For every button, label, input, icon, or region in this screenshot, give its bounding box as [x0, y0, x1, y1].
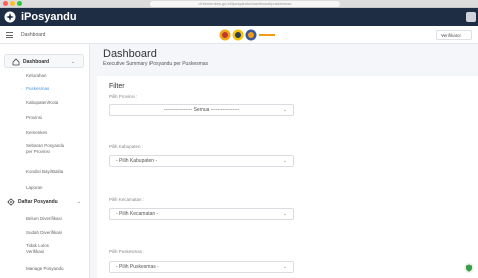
kecamatan-select[interactable]: - Pilih Kecamatan - ⌄	[109, 208, 294, 220]
sidebar-section-daftar-posyandu[interactable]: Daftar Posyandu ⌄	[0, 195, 89, 209]
chevron-down-icon: ⌄	[441, 32, 446, 38]
sidebar-item-manage-posyandu[interactable]: Manage Posyandu	[0, 266, 89, 272]
sidebar-section-dashboard[interactable]: Dashboard ⌄	[4, 54, 84, 68]
sidebar-item-laporan[interactable]: Laporan	[0, 185, 89, 191]
sidebar-item-sudah-diverifikasi[interactable]: Sudah Diverifikasi	[0, 230, 89, 236]
main-content: Dashboard Executive Summary iPosyandu pe…	[91, 44, 478, 278]
browser-chrome: dl.kemenkes.go.id/iposyandu/dashboard/pu…	[0, 0, 478, 8]
page-subtitle: Executive Summary iPosyandu per Puskesma…	[103, 61, 209, 67]
chevron-down-icon: ⌄	[282, 158, 287, 164]
sidebar-item-tidak-lolos-verifikasi[interactable]: Tidak Lolos Verifikasi	[0, 243, 60, 255]
maximize-window-icon[interactable]	[17, 1, 22, 6]
minimize-window-icon[interactable]	[10, 1, 15, 6]
sidebar-item-kelurahan[interactable]: Kelurahan	[0, 73, 89, 79]
provinsi-select[interactable]: ----------------- Semua ----------------…	[109, 104, 294, 116]
provinsi-label: Pilih Provinsi :	[109, 94, 138, 99]
header-menu-button[interactable]	[466, 12, 476, 22]
kabupaten-select[interactable]: - Pilih Kabupaten - ⌄	[109, 155, 294, 167]
page-title: Dashboard	[103, 48, 157, 60]
home-icon	[12, 58, 20, 66]
chevron-down-icon: ⌄	[70, 59, 75, 65]
user-role-select[interactable]: Verifikator ⌄	[436, 30, 472, 40]
top-bar: Dashboard Verifikator ⌄	[0, 26, 478, 44]
kabupaten-select-value: - Pilih Kabupaten -	[116, 158, 158, 164]
address-bar[interactable]: dl.kemenkes.go.id/iposyandu/dashboard/pu…	[150, 1, 340, 7]
chevron-down-icon: ⌄	[76, 199, 81, 205]
breadcrumb[interactable]: Dashboard	[21, 30, 45, 40]
puskesmas-select[interactable]: - Pilih Puskesmas - ⌄	[109, 261, 294, 273]
provinsi-select-value: ----------------- Semua ----------------…	[163, 107, 240, 113]
cog-icon	[7, 198, 15, 206]
sidebar-item-kabupaten-kota[interactable]: Kabupaten/Kota	[0, 100, 89, 106]
chevron-down-icon: ⌄	[282, 107, 287, 113]
kecamatan-label: Pilih Kecamatan :	[109, 197, 145, 202]
kabupaten-label: Pilih Kabupaten :	[109, 144, 144, 149]
app-header: iPosyandu	[0, 8, 478, 26]
puskesmas-select-value: - Pilih Puskesmas -	[116, 264, 159, 270]
chevron-down-icon: ⌄	[282, 211, 287, 217]
puskesmas-label: Pilih Puskesmas :	[109, 249, 145, 254]
sidebar-section-label: Daftar Posyandu	[18, 199, 58, 205]
chevron-down-icon: ⌄	[282, 264, 287, 270]
brand-name[interactable]: iPosyandu	[21, 10, 77, 24]
sidebar-section-label: Dashboard	[23, 59, 50, 65]
kecamatan-select-value: - Pilih Kecamatan -	[116, 211, 159, 217]
sidebar-item-kemenkes[interactable]: Kemenkes	[0, 130, 89, 136]
sidebar: Dashboard ⌄ Kelurahan Puskesmas Kabupate…	[0, 44, 90, 278]
partner-logos	[219, 29, 276, 41]
shield-check-icon[interactable]	[464, 263, 474, 273]
close-window-icon[interactable]	[3, 1, 8, 6]
address-bar-text: dl.kemenkes.go.id/iposyandu/dashboard/pu…	[198, 1, 292, 6]
sidebar-item-puskesmas[interactable]: Puskesmas	[0, 86, 89, 92]
sidebar-item-sebaran-posyandu[interactable]: Sebaran Posyandu per Provinsi	[0, 143, 70, 155]
hamburger-menu-icon[interactable]	[6, 32, 13, 38]
filter-card: Filter Pilih Provinsi : ----------------…	[97, 76, 478, 278]
iposyandu-logo-icon	[4, 11, 16, 23]
filter-title: Filter	[109, 83, 125, 90]
sidebar-item-kondisi-bayi-balita[interactable]: Kondisi Bayi/Balita	[0, 169, 89, 175]
sidebar-item-provinsi[interactable]: Provinsi	[0, 115, 89, 121]
sidebar-item-belum-diverifikasi[interactable]: Belum Diverifikasi	[0, 216, 89, 222]
